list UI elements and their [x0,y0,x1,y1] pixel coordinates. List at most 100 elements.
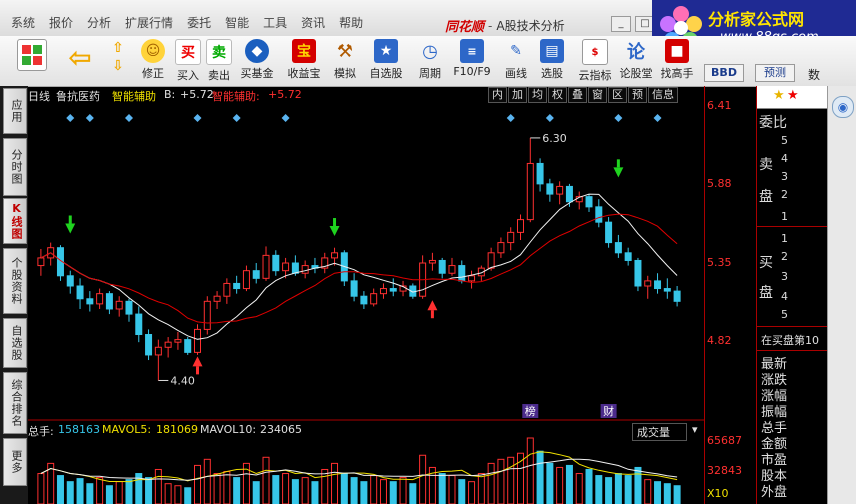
menu-item-tools[interactable]: 工具 [256,14,294,31]
volume-bar [438,473,446,504]
price-tick: 5.88 [707,177,732,190]
menu-item-news[interactable]: 资讯 [294,14,332,31]
eye-icon[interactable]: ◉ [832,96,854,118]
predict-button[interactable]: 预测 [755,64,795,82]
candle-body [614,242,622,254]
period-button[interactable]: ◷ 周期 [410,39,450,83]
volume-bar [654,481,662,504]
menu-item-analysis[interactable]: 分析 [80,14,118,31]
menu-item-quote[interactable]: 报价 [42,14,80,31]
tool-tab-inner[interactable]: 内 [488,87,507,103]
indicator2-value: +5.72 [268,88,302,101]
buy-icon: 买 [175,39,201,65]
tool-tab-range[interactable]: 区 [608,87,627,103]
signal-arrow-stem [430,310,434,319]
buy-fund-button[interactable]: ◆ 买基金 [237,39,277,83]
tool-tab-window[interactable]: 窗 [588,87,607,103]
volume-bar [468,481,476,504]
event-diamond-icon[interactable] [85,114,94,122]
tool-tab-add[interactable]: 加 [508,87,527,103]
draw-line-button[interactable]: ✎ 画线 [496,39,536,83]
watchlist-button[interactable]: ★ 自选股 [366,39,406,83]
volume-info-bar: 总手: 158163 MAVOL5: 181069 MAVOL10: 23406… [28,421,704,441]
signal-arrow-stem [333,218,337,227]
tab-ranking[interactable]: 综合排名 [3,372,27,434]
tab-application[interactable]: 应用 [3,88,27,134]
candle-body [242,270,250,290]
volume-bar [174,485,182,504]
f10-button[interactable]: ≡ F10/F9 [452,39,492,83]
sell-side-label: 卖 [759,157,773,173]
fund-icon: ◆ [245,39,269,63]
volume-bar [477,473,485,504]
toolbar-more[interactable]: 数 [808,66,820,83]
menu-item-smart[interactable]: 智能 [218,14,256,31]
menu-item-trade[interactable]: 委托 [180,14,218,31]
right-scroll-column[interactable]: ◉ [827,86,856,504]
chevron-down-icon[interactable]: ▾ [692,423,698,436]
income-treasure-button[interactable]: 宝 收益宝 [284,39,324,83]
candle-body [252,270,260,279]
tool-tab-overlay[interactable]: 叠 [568,87,587,103]
tool-tab-ma[interactable]: 均 [528,87,547,103]
event-diamond-icon[interactable] [66,114,75,122]
volume-bar [389,481,397,504]
field-outer-volume: 外盘 [761,485,788,500]
pencil-icon: ✎ [510,43,522,59]
tab-intraday-chart[interactable]: 分时图 [3,138,27,196]
find-expert-button[interactable]: ■ 找高手 [657,39,697,83]
buy-level: 5 [781,308,788,321]
tool-tab-info[interactable]: 信息 [648,87,678,103]
event-diamond-icon[interactable] [506,114,515,122]
window-controls: _ □ [611,16,655,32]
tab-kline-chart[interactable]: K线图 [3,198,27,244]
volume-bar [233,477,241,504]
forum-label: 论股堂 [619,67,653,80]
menu-item-extended-quote[interactable]: 扩展行情 [118,14,180,31]
sell-button[interactable]: 卖 卖出 [199,39,239,83]
candle-body [379,288,387,295]
volume-bar [497,458,505,504]
event-diamond-icon[interactable] [614,114,623,122]
menu-item-system[interactable]: 系统 [4,14,42,31]
minimize-icon[interactable]: _ [611,16,631,32]
event-diamond-icon[interactable] [232,114,241,122]
candle-body [331,252,339,259]
volume-bar [115,481,123,504]
bbd-button[interactable]: BBD [704,64,744,82]
volume-bar [184,487,192,504]
volume-selector[interactable]: 成交量 [632,423,687,441]
app-title: 同花顺 - A股技术分析 [445,16,565,36]
volume-bar [487,462,495,504]
event-diamond-icon[interactable] [545,114,554,122]
volume-bar [291,479,299,504]
event-diamond-icon[interactable] [193,114,202,122]
sell-icon: 卖 [206,39,232,65]
menu-item-help[interactable]: 帮助 [332,14,370,31]
tool-tab-predict[interactable]: 预 [628,87,647,103]
tab-watchlist[interactable]: 自选股 [3,318,27,368]
candle-body [448,265,456,274]
event-diamond-icon[interactable] [653,114,662,122]
volume-bar [331,462,339,504]
kline-chart[interactable]: 6.30 4.40 榜 财 [28,86,704,504]
event-diamond-icon[interactable] [124,114,133,122]
sell-signal-arrow-icon [329,226,340,237]
tool-tab-rights[interactable]: 权 [548,87,567,103]
up-down-button[interactable]: ⇧ ⇩ [106,39,130,83]
stock-picker-button[interactable]: ▤ 选股 [532,39,572,83]
simulate-button[interactable]: ⚒ 模拟 [325,39,365,83]
smile-icon: ☺ [141,39,165,63]
volume-bar [213,473,221,504]
block-chart-button[interactable] [12,39,52,83]
indicator-name: 智能辅助 [112,90,156,103]
cloud-indicator-button[interactable]: $ 云指标 [575,39,615,83]
event-diamond-icon[interactable] [281,114,290,122]
forum-button[interactable]: 论 论股堂 [616,39,656,83]
book-divider [757,326,827,327]
tab-stock-info[interactable]: 个股资料 [3,248,27,314]
volume-bar [252,481,260,504]
correct-button[interactable]: ☺ 修正 [133,39,173,83]
tab-more[interactable]: 更多 [3,438,27,486]
back-button[interactable]: ⇦ [60,39,100,83]
